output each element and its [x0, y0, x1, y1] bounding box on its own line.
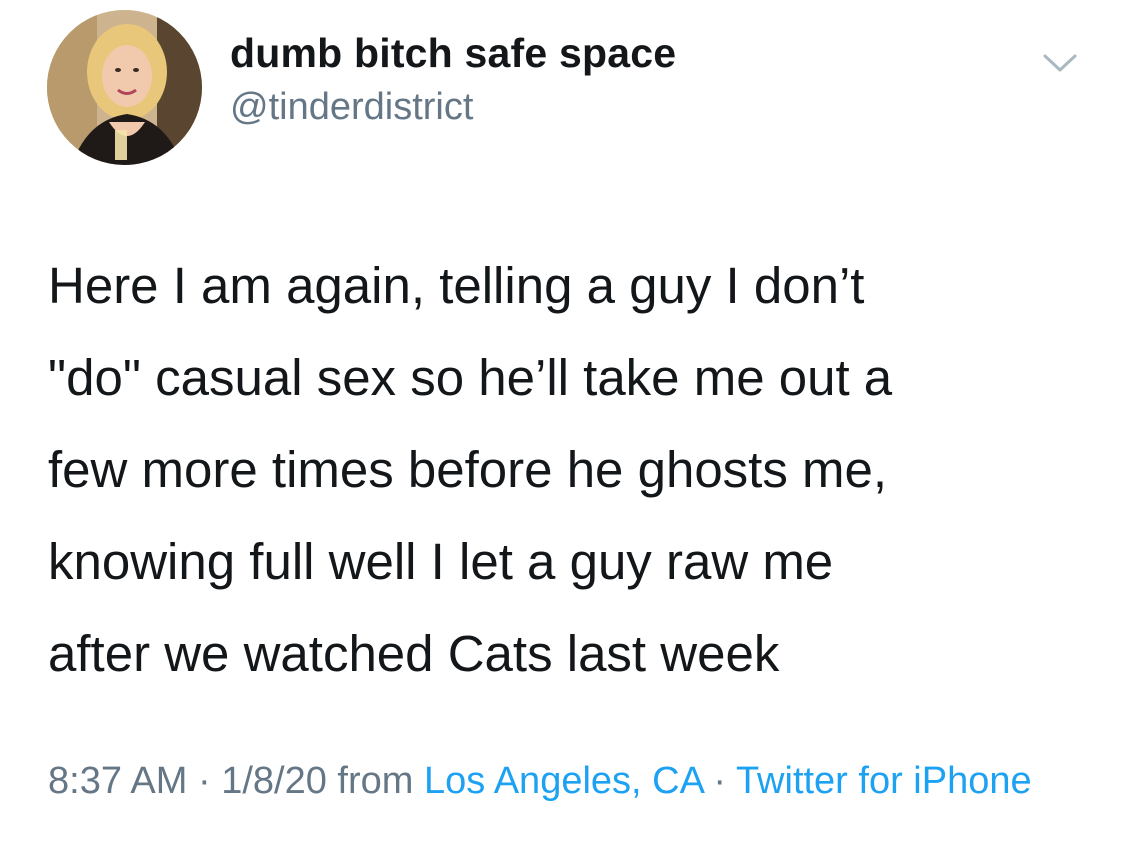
tweet-date[interactable]: 1/8/20	[221, 760, 327, 802]
profile-photo	[47, 10, 202, 165]
tweet-time[interactable]: 8:37 AM	[48, 760, 187, 802]
chevron-down-icon	[1043, 54, 1077, 72]
display-name[interactable]: dumb bitch safe space	[230, 30, 676, 77]
tweet-text: Here I am again, telling a guy I don’t "…	[48, 240, 1108, 700]
separator: ·	[702, 760, 736, 802]
tweet-text-line: Here I am again, telling a guy I don’t	[48, 257, 865, 314]
tweet-text-line: "do" casual sex so he’ll take me out a	[48, 349, 893, 406]
separator: ·	[187, 760, 222, 802]
tweet-text-line: knowing full well I let a guy raw me	[48, 533, 834, 590]
user-handle[interactable]: @tinderdistrict	[230, 86, 473, 129]
tweet-card: dumb bitch safe space @tinderdistrict He…	[0, 0, 1124, 857]
tweet-text-line: few more times before he ghosts me,	[48, 441, 888, 498]
avatar[interactable]	[47, 10, 202, 165]
location-link[interactable]: Los Angeles, CA	[424, 760, 703, 802]
tweet-text-line: after we watched Cats last week	[48, 625, 780, 682]
source-link[interactable]: Twitter for iPhone	[736, 760, 1032, 802]
tweet-metadata: 8:37 AM · 1/8/20 from Los Angeles, CA · …	[48, 752, 1108, 810]
from-label: from	[326, 760, 424, 802]
more-options-button[interactable]	[1040, 48, 1080, 78]
